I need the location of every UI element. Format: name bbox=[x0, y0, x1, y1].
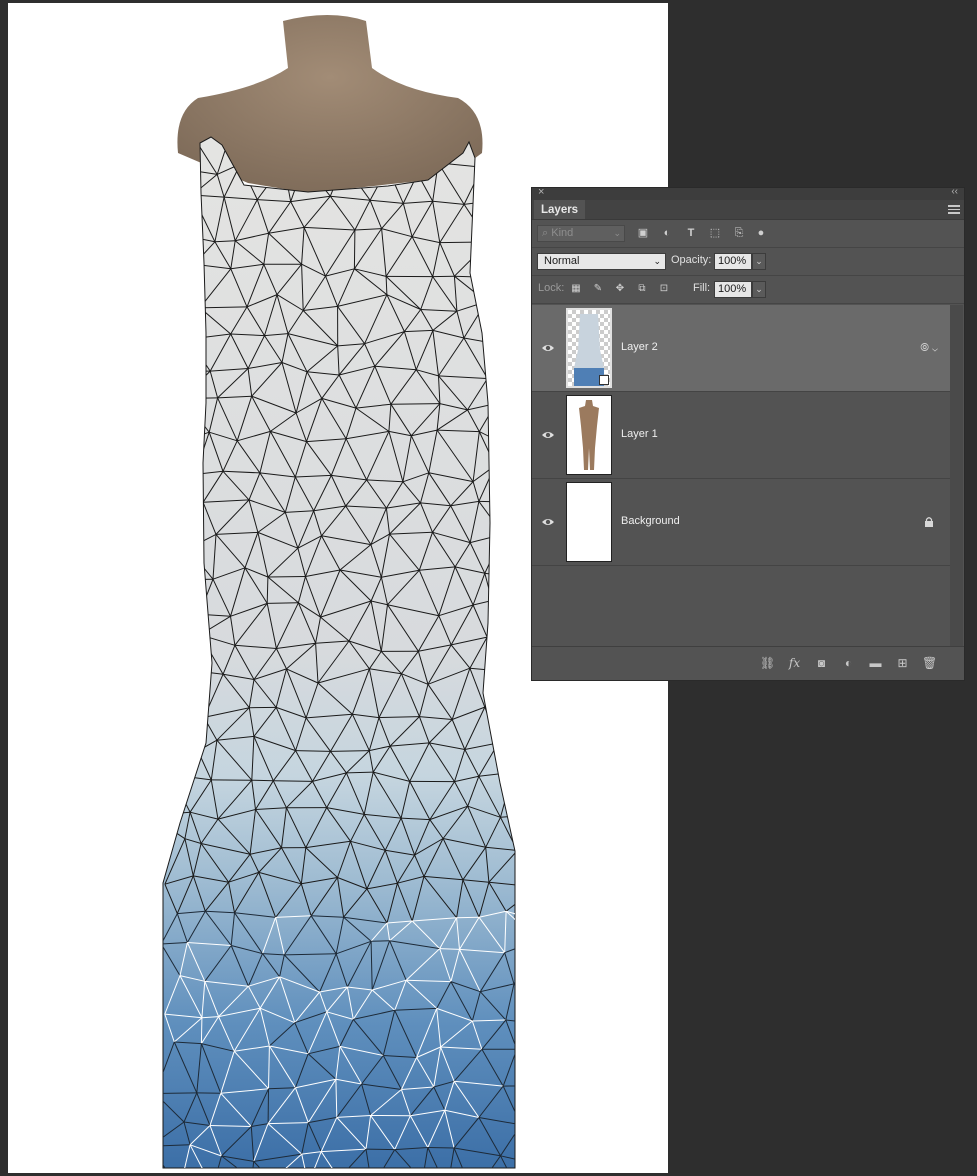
search-icon: ⌕ bbox=[542, 227, 549, 239]
fill-dropdown-icon[interactable]: ⌄ bbox=[752, 281, 766, 298]
blend-row: Normal ⌄ Opacity: 100% ⌄ bbox=[532, 248, 964, 276]
new-layer-icon[interactable]: ⊞ bbox=[895, 656, 910, 670]
visibility-eye-icon[interactable] bbox=[541, 430, 555, 440]
adjustment-layer-filter-icon[interactable]: ◐ bbox=[660, 226, 674, 240]
lock-transparent-pixels-icon[interactable]: ▦ bbox=[570, 283, 582, 295]
lock-icon[interactable] bbox=[924, 516, 934, 528]
opacity-label: Opacity: bbox=[671, 254, 712, 266]
chevron-down-icon: ⌄ bbox=[653, 256, 661, 266]
lock-position-icon[interactable]: ✥ bbox=[614, 283, 626, 295]
visibility-eye-icon[interactable] bbox=[541, 343, 555, 353]
smart-filters-expand-icon[interactable]: ⦾ ⌄ bbox=[920, 342, 938, 355]
tab-layers[interactable]: Layers bbox=[534, 200, 586, 219]
type-layer-filter-icon[interactable]: T bbox=[684, 226, 698, 240]
layers-panel: × ‹‹ Layers ⌕ Kind ⌄ ▣ ◐ T ⬚ ⎘ ● Normal … bbox=[531, 186, 965, 681]
panel-footer: ⛓ fx ◙ ◐ ▬ ⊞ 🗑 bbox=[532, 646, 964, 680]
opacity-input[interactable]: 100% bbox=[714, 253, 752, 270]
link-layers-icon[interactable]: ⛓ bbox=[760, 656, 775, 670]
lock-image-pixels-icon[interactable]: ✎ bbox=[592, 283, 604, 295]
opacity-dropdown-icon[interactable]: ⌄ bbox=[752, 253, 766, 270]
chevron-down-icon: ⌄ bbox=[613, 228, 621, 238]
filter-toggle-icon[interactable]: ● bbox=[754, 226, 768, 240]
adjustment-layer-icon[interactable]: ◐ bbox=[841, 656, 856, 670]
delete-layer-trash-icon[interactable]: 🗑 bbox=[922, 656, 937, 670]
panel-tab-row: Layers bbox=[532, 200, 964, 220]
filter-row: ⌕ Kind ⌄ ▣ ◐ T ⬚ ⎘ ● bbox=[532, 220, 964, 248]
visibility-eye-icon[interactable] bbox=[541, 517, 555, 527]
kind-filter-select[interactable]: ⌕ Kind ⌄ bbox=[537, 225, 625, 242]
collapse-icon[interactable]: ‹‹ bbox=[951, 186, 958, 197]
kind-filter-label: Kind bbox=[551, 227, 574, 239]
new-group-folder-icon[interactable]: ▬ bbox=[868, 656, 883, 670]
layer-row-layer-2[interactable]: Layer 2 ⦾ ⌄ bbox=[532, 305, 950, 392]
layer-name[interactable]: Layer 2 bbox=[621, 341, 658, 353]
lock-row: Lock: ▦ ✎ ✥ ⧉ ⊡ Fill: 100% ⌄ bbox=[532, 276, 964, 304]
shape-layer-filter-icon[interactable]: ⬚ bbox=[708, 226, 722, 240]
fill-label: Fill: bbox=[693, 282, 711, 294]
layers-scrollbar[interactable] bbox=[950, 305, 963, 650]
layer-row-layer-1[interactable]: Layer 1 bbox=[532, 392, 950, 479]
close-icon[interactable]: × bbox=[538, 186, 544, 198]
add-mask-icon[interactable]: ◙ bbox=[814, 656, 829, 670]
layer-thumbnail-layer-1 bbox=[566, 395, 612, 475]
lock-label: Lock: bbox=[538, 282, 565, 294]
layer-name[interactable]: Layer 1 bbox=[621, 428, 658, 440]
fill-input[interactable]: 100% bbox=[714, 281, 752, 298]
smart-object-filter-icon[interactable]: ⎘ bbox=[732, 226, 746, 240]
layers-list: Layer 2 ⦾ ⌄ Layer 1 Background bbox=[532, 305, 950, 566]
layer-thumbnail-layer-2 bbox=[566, 308, 612, 388]
blend-mode-select[interactable]: Normal ⌄ bbox=[537, 253, 666, 270]
lock-all-icon[interactable]: ⊡ bbox=[658, 283, 670, 295]
panel-menu-icon[interactable] bbox=[948, 203, 960, 216]
panel-titlebar: × ‹‹ bbox=[532, 186, 964, 200]
blend-mode-value: Normal bbox=[544, 255, 580, 267]
layer-name[interactable]: Background bbox=[621, 515, 680, 527]
pixel-layer-filter-icon[interactable]: ▣ bbox=[636, 226, 650, 240]
smart-object-badge-icon bbox=[599, 375, 609, 385]
layer-row-background[interactable]: Background bbox=[532, 479, 950, 566]
layer-thumbnail-background bbox=[566, 482, 612, 562]
layer-style-fx-icon[interactable]: fx bbox=[787, 656, 802, 670]
lock-artboard-icon[interactable]: ⧉ bbox=[636, 283, 648, 295]
